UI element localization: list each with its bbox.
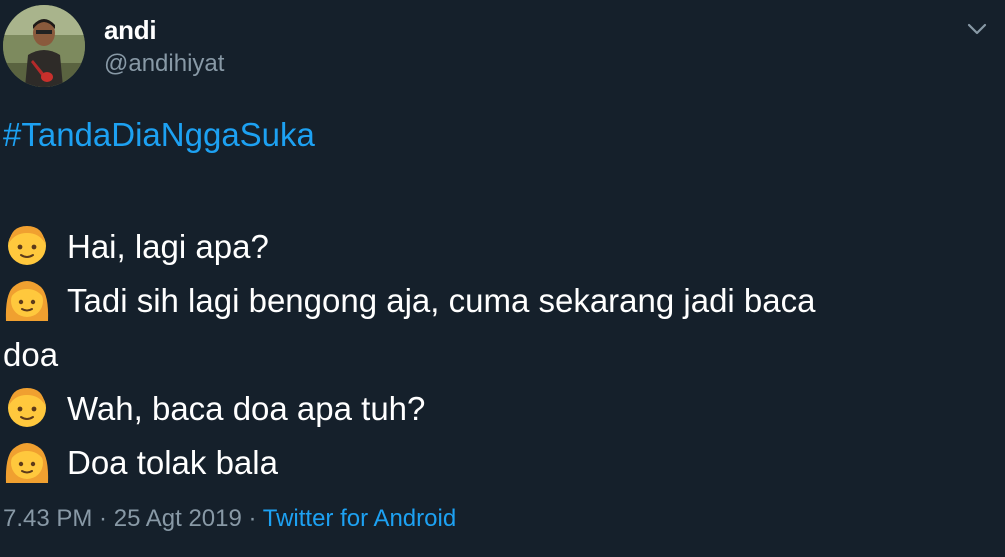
tweet-card: andi @andihiyat #TandaDiaNggaSuka Hai, l… (0, 0, 1005, 557)
girl-emoji-icon (3, 437, 51, 485)
tweet-line-text: Wah, baca doa apa tuh? (67, 390, 426, 427)
tweet-time[interactable]: 7.43 PM (3, 505, 92, 532)
tweet-date[interactable]: 25 Agt 2019 (114, 505, 242, 532)
tweet-body: Hai, lagi apa? Tadi sih lagi bengong aja… (3, 220, 993, 490)
author-handle[interactable]: @andihiyat (104, 50, 224, 78)
avatar[interactable] (3, 5, 85, 87)
tweet-line-text: Doa tolak bala (67, 444, 278, 481)
tweet-line: Tadi sih lagi bengong aja, cuma sekarang… (3, 274, 993, 328)
hashtag-link[interactable]: #TandaDiaNggaSuka (3, 116, 315, 154)
boy-emoji-icon (3, 221, 51, 269)
tweet-line-text: Tadi sih lagi bengong aja, cuma sekarang… (67, 282, 816, 319)
tweet-meta: 7.43 PM · 25 Agt 2019 · Twitter for Andr… (3, 505, 456, 533)
author-display-name[interactable]: andi (104, 15, 157, 46)
tweet-source-link[interactable]: Twitter for Android (263, 505, 456, 532)
meta-separator: · (241, 505, 263, 532)
tweet-line: Wah, baca doa apa tuh? (3, 382, 993, 436)
tweet-line-text: Hai, lagi apa? (67, 228, 269, 265)
avatar-photo (3, 5, 85, 87)
meta-separator: · (92, 505, 114, 532)
boy-emoji-icon (3, 383, 51, 431)
tweet-line: Hai, lagi apa? (3, 220, 993, 274)
chevron-down-icon[interactable] (962, 14, 992, 44)
girl-emoji-icon (3, 275, 51, 323)
tweet-line: Doa tolak bala (3, 436, 993, 490)
tweet-line-text: doa (3, 336, 59, 373)
tweet-line: doa (3, 328, 993, 382)
